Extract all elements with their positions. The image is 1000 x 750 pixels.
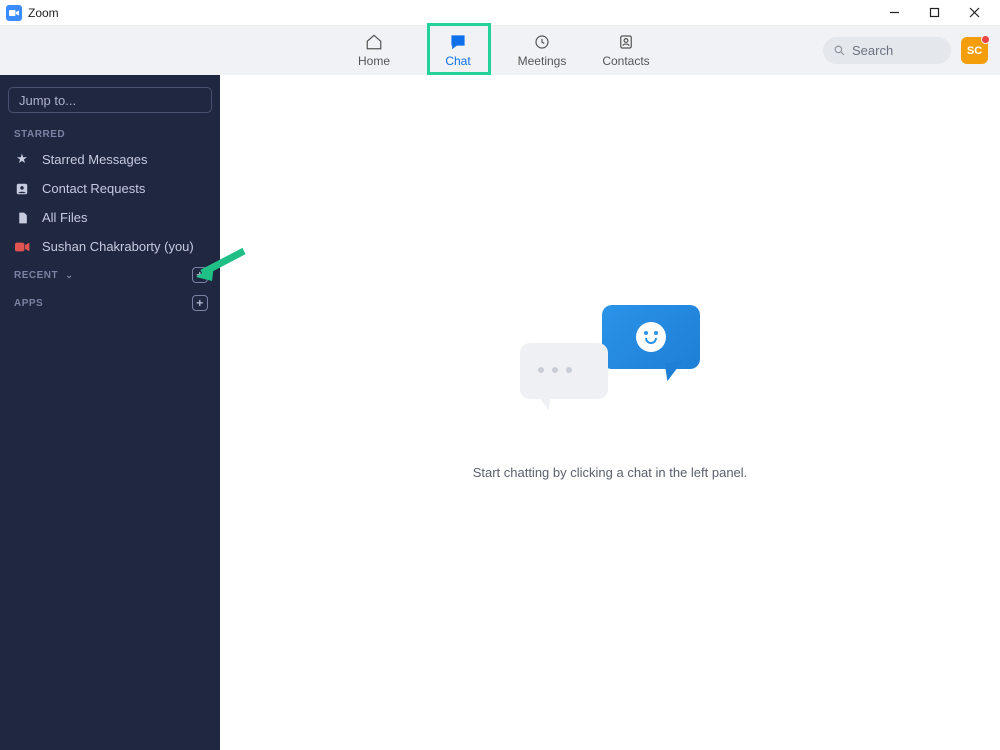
title-bar: Zoom bbox=[0, 0, 1000, 26]
tab-label: Contacts bbox=[602, 54, 649, 68]
tab-label: Home bbox=[358, 54, 390, 68]
file-icon bbox=[14, 211, 30, 225]
tab-contacts[interactable]: Contacts bbox=[584, 26, 668, 75]
status-dot-icon bbox=[981, 35, 990, 44]
star-icon: ★ bbox=[14, 151, 30, 167]
section-recent-label: RECENT bbox=[14, 270, 58, 281]
sidebar-item-label: Contact Requests bbox=[42, 181, 145, 196]
tab-meetings[interactable]: Meetings bbox=[500, 26, 584, 75]
zoom-logo-icon bbox=[6, 5, 22, 21]
section-apps-label: APPS bbox=[14, 298, 43, 309]
tab-label: Chat bbox=[445, 54, 470, 68]
avatar-initials: SC bbox=[967, 45, 982, 57]
tab-label: Meetings bbox=[518, 54, 567, 68]
sidebar-item-label: All Files bbox=[42, 210, 88, 225]
search-input[interactable]: Search bbox=[823, 37, 951, 64]
home-icon bbox=[365, 33, 383, 51]
gray-chat-bubble-icon bbox=[520, 343, 608, 399]
video-icon bbox=[14, 241, 30, 253]
tab-home[interactable]: Home bbox=[332, 26, 416, 75]
sidebar-item-contact-requests[interactable]: Contact Requests bbox=[0, 174, 220, 203]
empty-state-message: Start chatting by clicking a chat in the… bbox=[473, 465, 748, 480]
sidebar-item-label: Sushan Chakraborty (you) bbox=[42, 239, 194, 254]
sidebar-item-all-files[interactable]: All Files bbox=[0, 203, 220, 232]
chat-icon bbox=[449, 33, 467, 51]
window-title: Zoom bbox=[28, 6, 59, 20]
blue-chat-bubble-icon bbox=[602, 305, 700, 369]
avatar[interactable]: SC bbox=[961, 37, 988, 64]
sidebar-item-self-chat[interactable]: Sushan Chakraborty (you) bbox=[0, 232, 220, 261]
minimize-button[interactable] bbox=[874, 0, 914, 26]
add-app-button[interactable]: + bbox=[192, 295, 208, 311]
section-recent-header[interactable]: RECENT ⌄ + bbox=[0, 261, 220, 289]
jump-to-input[interactable]: Jump to... bbox=[8, 87, 212, 113]
tab-chat[interactable]: Chat bbox=[416, 26, 500, 75]
sidebar: Jump to... STARRED ★ Starred Messages Co… bbox=[0, 75, 220, 750]
maximize-button[interactable] bbox=[914, 0, 954, 26]
chevron-down-icon: ⌄ bbox=[65, 270, 73, 280]
main-panel: Start chatting by clicking a chat in the… bbox=[220, 75, 1000, 750]
sidebar-item-starred-messages[interactable]: ★ Starred Messages bbox=[0, 144, 220, 174]
add-recent-button[interactable]: + bbox=[192, 267, 208, 283]
contact-request-icon bbox=[14, 182, 30, 196]
top-nav: Home Chat Meetings Contacts Search SC bbox=[0, 26, 1000, 75]
clock-icon bbox=[533, 33, 551, 51]
section-apps-header[interactable]: APPS + bbox=[0, 289, 220, 317]
search-placeholder: Search bbox=[852, 43, 893, 58]
contacts-icon bbox=[617, 33, 635, 51]
jump-placeholder: Jump to... bbox=[19, 93, 76, 108]
search-icon bbox=[833, 44, 846, 57]
chat-illustration bbox=[520, 305, 700, 425]
close-button[interactable] bbox=[954, 0, 994, 26]
section-starred-label: STARRED bbox=[0, 123, 220, 144]
sidebar-item-label: Starred Messages bbox=[42, 152, 148, 167]
